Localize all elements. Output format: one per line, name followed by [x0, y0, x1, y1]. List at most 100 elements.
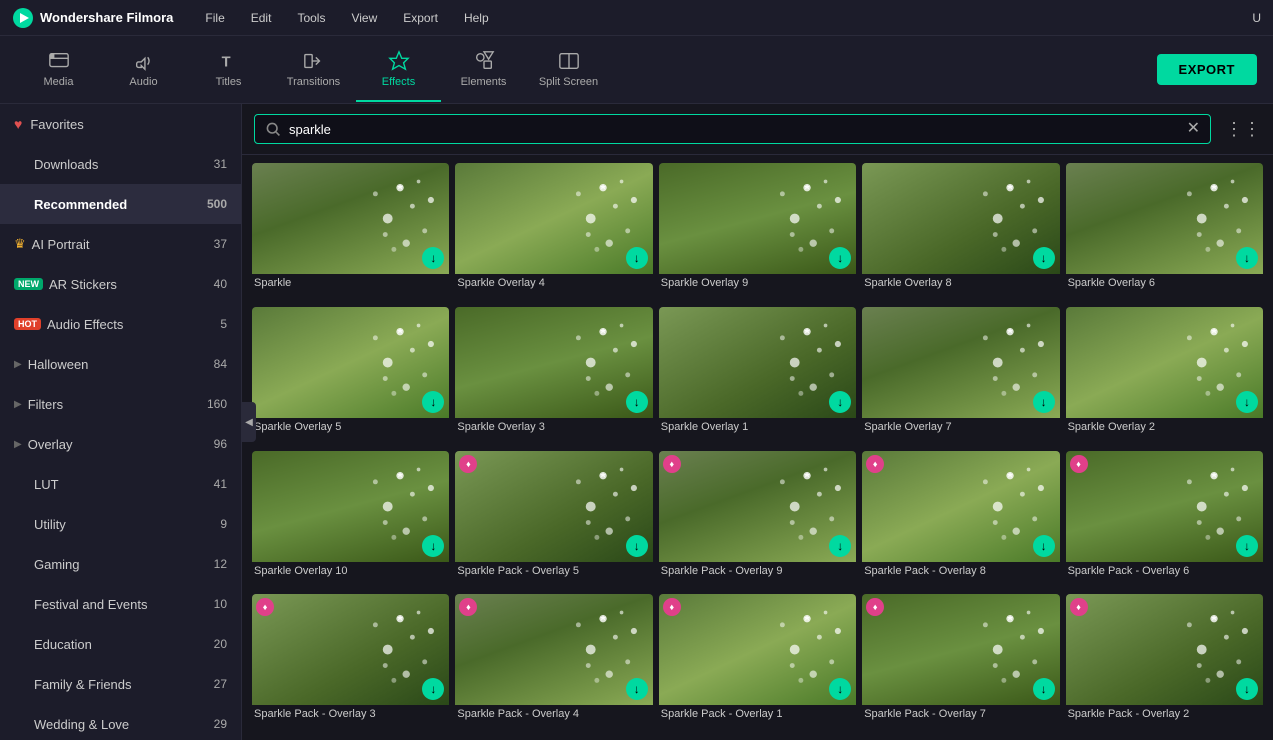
- effect-thumbnail: ♦ ↓: [252, 594, 449, 705]
- sparkle-effect: [862, 307, 1059, 418]
- download-button[interactable]: ↓: [1236, 535, 1258, 557]
- sidebar-item-recommended[interactable]: Recommended500: [0, 184, 241, 224]
- heart-icon: ♥: [14, 116, 22, 132]
- effect-item[interactable]: ↓ Sparkle Overlay 10: [252, 451, 449, 589]
- menu-help[interactable]: Help: [460, 9, 493, 27]
- effects-icon: [388, 50, 410, 72]
- sidebar-item-lut[interactable]: LUT41: [0, 464, 241, 504]
- sidebar-item-utility[interactable]: Utility9: [0, 504, 241, 544]
- effect-item[interactable]: ↓ Sparkle Overlay 8: [862, 163, 1059, 301]
- sidebar-item-halloween[interactable]: ▶Halloween84: [0, 344, 241, 384]
- menu-tools[interactable]: Tools: [293, 9, 329, 27]
- sidebar-item-festival[interactable]: Festival and Events10: [0, 584, 241, 624]
- effect-label: Sparkle: [252, 274, 449, 292]
- toolbar-audio[interactable]: Audio: [101, 38, 186, 102]
- effect-label: Sparkle Pack - Overlay 4: [455, 705, 652, 723]
- sidebar-item-family[interactable]: Family & Friends27: [0, 664, 241, 704]
- expand-icon: ▶: [14, 399, 22, 410]
- download-button[interactable]: ↓: [626, 535, 648, 557]
- premium-badge: ♦: [866, 455, 884, 473]
- effect-item[interactable]: ♦ ↓ Sparkle Pack - Overlay 4: [455, 594, 652, 732]
- download-button[interactable]: ↓: [1236, 391, 1258, 413]
- sidebar-label: Utility: [34, 517, 216, 532]
- effect-item[interactable]: ♦ ↓ Sparkle Pack - Overlay 1: [659, 594, 856, 732]
- sidebar-label: Family & Friends: [34, 677, 210, 692]
- sidebar-count: 10: [214, 597, 227, 611]
- effect-item[interactable]: ↓ Sparkle Overlay 2: [1066, 307, 1263, 445]
- toolbar-splitscreen[interactable]: Split Screen: [526, 38, 611, 102]
- toolbar-titles[interactable]: T Titles: [186, 38, 271, 102]
- download-button[interactable]: ↓: [1033, 678, 1055, 700]
- effect-item[interactable]: ↓ Sparkle Overlay 9: [659, 163, 856, 301]
- download-button[interactable]: ↓: [422, 535, 444, 557]
- download-button[interactable]: ↓: [626, 391, 648, 413]
- download-button[interactable]: ↓: [626, 678, 648, 700]
- grid-view-button[interactable]: ⋮⋮: [1225, 119, 1261, 140]
- effect-item[interactable]: ♦ ↓ Sparkle Pack - Overlay 3: [252, 594, 449, 732]
- effect-item[interactable]: ↓ Sparkle Overlay 4: [455, 163, 652, 301]
- effect-item[interactable]: ♦ ↓ Sparkle Pack - Overlay 9: [659, 451, 856, 589]
- sidebar-count: 41: [214, 477, 227, 491]
- sidebar-label: AI Portrait: [32, 237, 210, 252]
- search-input[interactable]: [289, 122, 1179, 137]
- toolbar-effects[interactable]: Effects: [356, 38, 441, 102]
- sidebar-item-downloads[interactable]: Downloads31: [0, 144, 241, 184]
- sidebar-label: AR Stickers: [49, 277, 210, 292]
- sidebar-item-education[interactable]: Education20: [0, 624, 241, 664]
- sidebar-item-favorites[interactable]: ♥Favorites: [0, 104, 241, 144]
- download-button[interactable]: ↓: [829, 391, 851, 413]
- effect-item[interactable]: ↓ Sparkle Overlay 1: [659, 307, 856, 445]
- menu-bar: Wondershare Filmora File Edit Tools View…: [0, 0, 1273, 36]
- export-button[interactable]: EXPORT: [1157, 54, 1257, 85]
- sidebar-item-overlay[interactable]: ▶Overlay96: [0, 424, 241, 464]
- download-button[interactable]: ↓: [1033, 391, 1055, 413]
- sidebar-item-ai-portrait[interactable]: ♛AI Portrait37: [0, 224, 241, 264]
- download-button[interactable]: ↓: [626, 247, 648, 269]
- sidebar-item-gaming[interactable]: Gaming12: [0, 544, 241, 584]
- app-logo: Wondershare Filmora: [12, 7, 173, 29]
- toolbar-media[interactable]: Media: [16, 38, 101, 102]
- media-icon: [48, 50, 70, 72]
- effect-label: Sparkle Overlay 6: [1066, 274, 1263, 292]
- toolbar-elements[interactable]: Elements: [441, 38, 526, 102]
- effect-label: Sparkle Overlay 5: [252, 418, 449, 436]
- effect-item[interactable]: ↓ Sparkle: [252, 163, 449, 301]
- app-name: Wondershare Filmora: [40, 10, 173, 25]
- effect-thumbnail: ↓: [659, 307, 856, 418]
- download-button[interactable]: ↓: [1236, 247, 1258, 269]
- download-button[interactable]: ↓: [1033, 535, 1055, 557]
- sidebar-collapse-button[interactable]: ◀: [242, 402, 256, 442]
- sparkle-effect: [659, 594, 856, 705]
- sidebar-count: 40: [214, 277, 227, 291]
- effect-item[interactable]: ↓ Sparkle Overlay 7: [862, 307, 1059, 445]
- sidebar-count: 84: [214, 357, 227, 371]
- sidebar-count: 31: [214, 157, 227, 171]
- effect-item[interactable]: ↓ Sparkle Overlay 5: [252, 307, 449, 445]
- sidebar-item-ar-stickers[interactable]: NEWAR Stickers40: [0, 264, 241, 304]
- sidebar-item-wedding[interactable]: Wedding & Love29: [0, 704, 241, 740]
- effect-thumbnail: ↓: [659, 163, 856, 274]
- effect-thumbnail: ♦ ↓: [659, 594, 856, 705]
- effect-item[interactable]: ↓ Sparkle Overlay 6: [1066, 163, 1263, 301]
- sidebar-item-audio-effects[interactable]: HOTAudio Effects5: [0, 304, 241, 344]
- menu-export[interactable]: Export: [399, 9, 442, 27]
- search-clear-button[interactable]: ✕: [1187, 121, 1200, 137]
- effect-item[interactable]: ↓ Sparkle Overlay 3: [455, 307, 652, 445]
- premium-badge: ♦: [663, 598, 681, 616]
- sidebar-item-filters[interactable]: ▶Filters160: [0, 384, 241, 424]
- effect-item[interactable]: ♦ ↓ Sparkle Pack - Overlay 8: [862, 451, 1059, 589]
- content-area: ✕ ⋮⋮ ↓ Sparkle: [242, 104, 1273, 740]
- download-button[interactable]: ↓: [829, 535, 851, 557]
- effect-item[interactable]: ♦ ↓ Sparkle Pack - Overlay 7: [862, 594, 1059, 732]
- sparkle-effect: [455, 163, 652, 274]
- effect-item[interactable]: ♦ ↓ Sparkle Pack - Overlay 6: [1066, 451, 1263, 589]
- download-button[interactable]: ↓: [1033, 247, 1055, 269]
- expand-icon: ▶: [14, 439, 22, 450]
- sidebar-label: Filters: [28, 397, 203, 412]
- toolbar-transitions[interactable]: Transitions: [271, 38, 356, 102]
- menu-edit[interactable]: Edit: [247, 9, 276, 27]
- effect-item[interactable]: ♦ ↓ Sparkle Pack - Overlay 2: [1066, 594, 1263, 732]
- effect-item[interactable]: ♦ ↓ Sparkle Pack - Overlay 5: [455, 451, 652, 589]
- menu-view[interactable]: View: [347, 9, 381, 27]
- menu-file[interactable]: File: [201, 9, 228, 27]
